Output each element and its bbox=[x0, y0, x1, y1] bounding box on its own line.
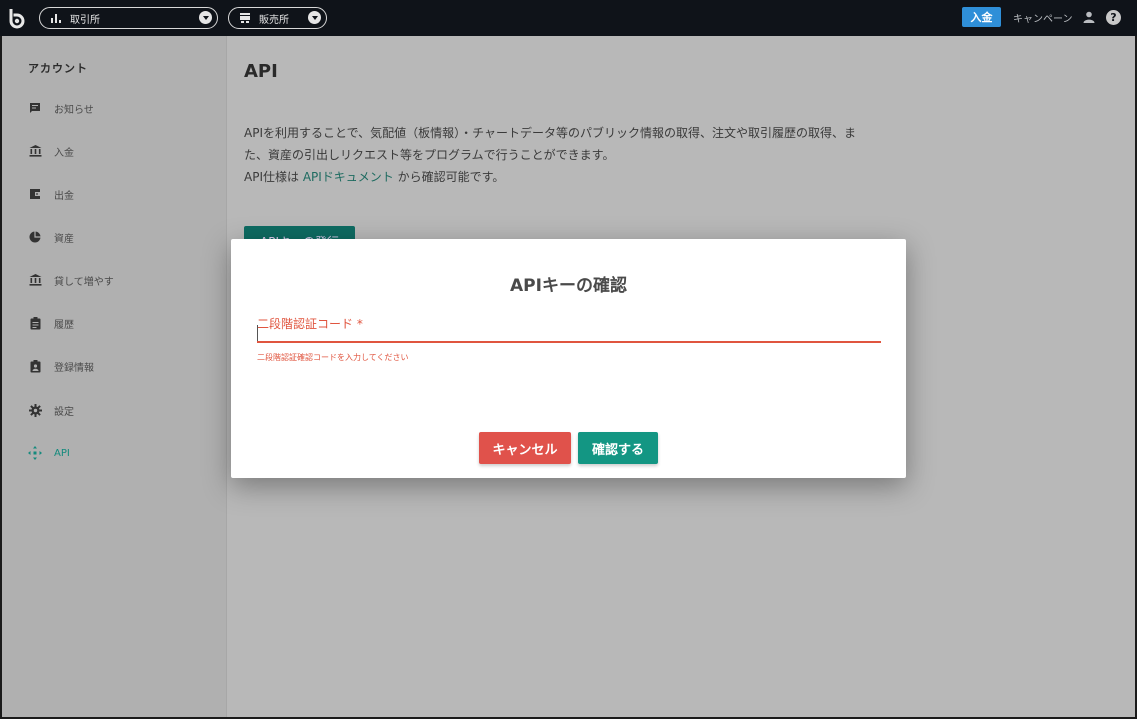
sidebar-item-settings[interactable]: 設定 bbox=[28, 400, 74, 420]
clipboard-icon bbox=[28, 316, 42, 330]
bank-icon bbox=[28, 273, 42, 287]
chevron-down-icon bbox=[308, 11, 321, 24]
gear-icon bbox=[28, 403, 42, 417]
store-icon bbox=[239, 12, 251, 24]
wallet-icon bbox=[28, 187, 42, 201]
bar-chart-icon bbox=[50, 12, 62, 24]
api-description: APIを利用することで、気配値（板情報）・チャートデータ等のパブリック情報の取得… bbox=[244, 122, 904, 188]
exchange-dropdown[interactable]: 取引所 bbox=[39, 7, 218, 29]
sidebar-item-label: 設定 bbox=[54, 406, 74, 418]
pie-chart-icon bbox=[28, 230, 42, 244]
two-factor-code-field[interactable]: 二段階認証コード * bbox=[257, 311, 881, 343]
deposit-button[interactable]: 入金 bbox=[962, 7, 1001, 27]
description-line: APIを利用することで、気配値（板情報）・チャートデータ等のパブリック情報の取得… bbox=[244, 126, 857, 140]
sidebar-item-withdraw[interactable]: 出金 bbox=[28, 184, 74, 204]
logo-icon[interactable] bbox=[7, 7, 27, 29]
campaign-link[interactable]: キャンペーン bbox=[1013, 10, 1073, 25]
top-navigation-bar: 取引所 販売所 入金 キャンペーン ? bbox=[0, 0, 1137, 36]
help-icon[interactable]: ? bbox=[1106, 10, 1121, 25]
dialog-title: APIキーの確認 bbox=[510, 276, 627, 296]
account-sidebar: アカウント お知らせ 入金 出金 資産 貸して増やす 履歴 登録情報 設定 AP… bbox=[2, 36, 227, 717]
description-text: API仕様は bbox=[244, 170, 303, 184]
api-icon bbox=[28, 446, 42, 460]
sidebar-item-profile[interactable]: 登録情報 bbox=[28, 356, 94, 376]
text-cursor bbox=[257, 325, 258, 341]
sidebar-item-label: 履歴 bbox=[54, 319, 74, 331]
description-line: た、資産の引出しリクエスト等をプログラムで行うことができます。 bbox=[244, 148, 615, 162]
sidebar-item-news[interactable]: お知らせ bbox=[28, 98, 94, 118]
field-error-message: 二段階認証確認コードを入力してください bbox=[257, 353, 409, 362]
sidebar-item-label: API bbox=[54, 447, 70, 459]
message-icon bbox=[28, 101, 42, 115]
chevron-down-icon bbox=[199, 11, 212, 24]
description-line: API仕様は APIドキュメント から確認可能です。 bbox=[244, 166, 904, 188]
sidebar-item-label: 入金 bbox=[54, 147, 74, 159]
api-docs-link[interactable]: APIドキュメント bbox=[303, 170, 394, 184]
sidebar-item-lending[interactable]: 貸して増やす bbox=[28, 270, 114, 290]
sidebar-item-api[interactable]: API bbox=[28, 443, 70, 463]
page-title: API bbox=[244, 61, 278, 82]
sidebar-item-history[interactable]: 履歴 bbox=[28, 313, 74, 333]
user-icon[interactable] bbox=[1083, 11, 1095, 23]
sidebar-item-label: 登録情報 bbox=[54, 362, 94, 374]
exchange-label: 取引所 bbox=[70, 14, 100, 26]
description-text: から確認可能です。 bbox=[393, 170, 505, 184]
bank-icon bbox=[28, 144, 42, 158]
sidebar-item-assets[interactable]: 資産 bbox=[28, 227, 74, 247]
sidebar-heading: アカウント bbox=[28, 62, 88, 75]
sidebar-item-label: 資産 bbox=[54, 233, 74, 245]
cancel-button[interactable]: キャンセル bbox=[479, 432, 571, 464]
sidebar-item-label: 出金 bbox=[54, 190, 74, 202]
sidebar-item-label: 貸して増やす bbox=[54, 276, 114, 288]
shop-dropdown[interactable]: 販売所 bbox=[228, 7, 327, 29]
two-factor-code-label: 二段階認証コード * bbox=[257, 317, 363, 331]
api-key-confirm-dialog: APIキーの確認 二段階認証コード * 二段階認証確認コードを入力してください … bbox=[231, 239, 906, 478]
sidebar-item-deposit[interactable]: 入金 bbox=[28, 141, 74, 161]
sidebar-item-label: お知らせ bbox=[54, 104, 94, 116]
confirm-button[interactable]: 確認する bbox=[578, 432, 658, 464]
id-card-icon bbox=[28, 359, 42, 373]
